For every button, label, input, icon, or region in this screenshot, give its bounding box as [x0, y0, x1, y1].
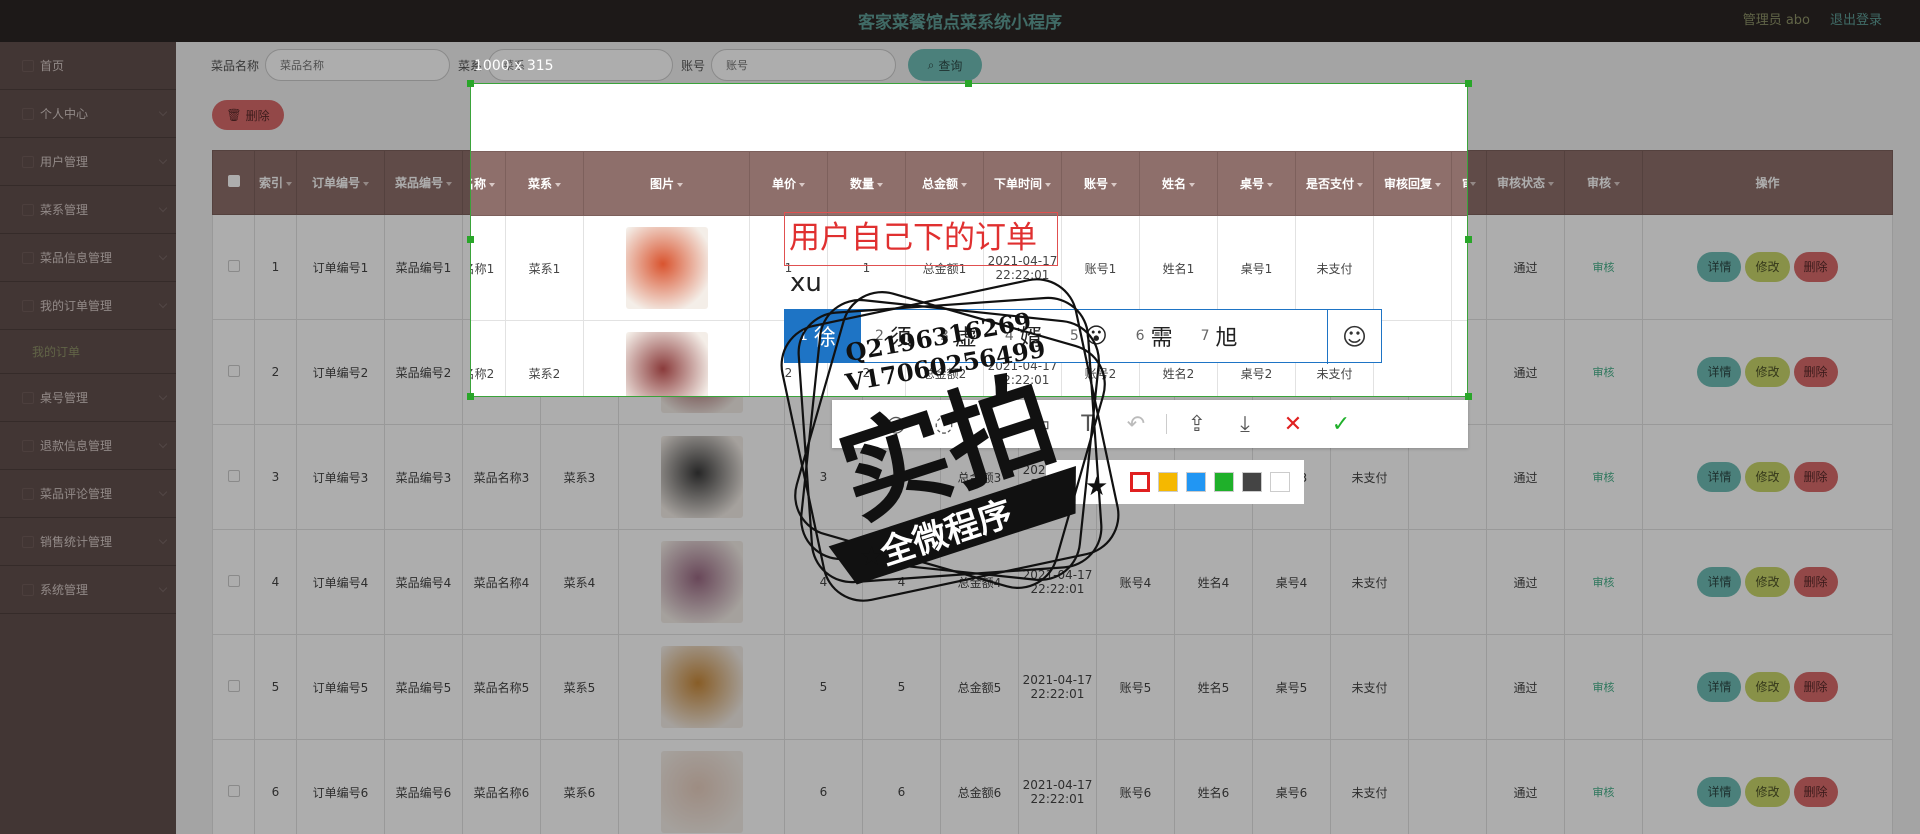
- sort-icon[interactable]: [1357, 182, 1363, 187]
- table-cell-status: 通过: [1451, 320, 1467, 396]
- resize-handle-ml[interactable]: [467, 236, 474, 243]
- column-header[interactable]: 下单时间: [983, 151, 1062, 216]
- sort-icon[interactable]: [1045, 182, 1051, 187]
- column-header-label: 总金额: [921, 177, 958, 191]
- resize-handle-br[interactable]: [1465, 393, 1472, 400]
- column-header[interactable]: 桌号: [1217, 151, 1296, 216]
- column-header-label: 菜品名称: [471, 177, 486, 191]
- table-cell-cuisine: 菜系1: [505, 215, 584, 321]
- table-cell-cuisine: 菜系2: [505, 320, 584, 396]
- capture-size-label: 1000 x 315: [474, 58, 554, 74]
- column-header[interactable]: 审核状态: [1451, 151, 1467, 216]
- color-swatch[interactable]: [1158, 472, 1178, 492]
- sort-icon[interactable]: [555, 182, 561, 187]
- column-header-label: 数量: [849, 177, 874, 191]
- column-header-label: 审核状态: [1462, 177, 1467, 191]
- sort-icon[interactable]: [489, 182, 495, 187]
- sort-icon[interactable]: [677, 182, 683, 187]
- toolbar-divider: [1166, 414, 1167, 434]
- ime-candidate[interactable]: 7旭: [1187, 309, 1252, 363]
- sort-icon[interactable]: [799, 182, 805, 187]
- sort-icon[interactable]: [1189, 182, 1195, 187]
- color-swatch[interactable]: [1186, 472, 1206, 492]
- sort-icon[interactable]: [1111, 182, 1117, 187]
- sort-icon[interactable]: [961, 182, 967, 187]
- star-icon: ★: [1085, 472, 1108, 502]
- color-swatch[interactable]: [1214, 472, 1234, 492]
- column-header-label: 账号: [1083, 177, 1108, 191]
- column-header[interactable]: 图片: [583, 151, 750, 216]
- table-cell-reply: [1373, 215, 1452, 321]
- ime-candidate-number: 7: [1200, 328, 1210, 344]
- sort-icon[interactable]: [1435, 182, 1441, 187]
- table-cell-paid: 未支付: [1295, 215, 1374, 321]
- table-cell-dish: 菜品名称1: [471, 215, 506, 321]
- share-icon[interactable]: ⇪: [1173, 400, 1221, 448]
- column-header-label: 下单时间: [993, 177, 1042, 191]
- column-header[interactable]: 数量: [827, 151, 906, 216]
- column-header[interactable]: 菜品名称: [471, 151, 506, 216]
- ime-candidate-char: 旭: [1215, 326, 1238, 351]
- table-cell-dish: 菜品名称2: [471, 320, 506, 396]
- sort-icon[interactable]: [877, 182, 883, 187]
- resize-handle-bl[interactable]: [467, 393, 474, 400]
- column-header-label: 桌号: [1239, 177, 1264, 191]
- table-cell-status: 通过: [1451, 215, 1467, 321]
- dish-image-cell: [583, 320, 750, 396]
- column-header-label: 菜系: [527, 177, 552, 191]
- dish-image-cell: [583, 215, 750, 321]
- color-swatch[interactable]: [1270, 472, 1290, 492]
- resize-handle-tm[interactable]: [965, 80, 972, 87]
- column-header-label: 图片: [649, 177, 674, 191]
- table-cell-table: 桌号1: [1217, 215, 1296, 321]
- download-icon[interactable]: ⤓: [1221, 400, 1269, 448]
- dish-image: [625, 332, 708, 396]
- watermark-stamp: Q2196316269 V17060256499 实拍 全微程序 ★ ★: [780, 278, 1120, 602]
- color-swatch[interactable]: [1242, 472, 1262, 492]
- emoji-icon[interactable]: ☺: [1327, 310, 1381, 364]
- column-header-label: 审核回复: [1383, 177, 1432, 191]
- column-header[interactable]: 是否支付: [1295, 151, 1374, 216]
- table-cell-reply: [1373, 320, 1452, 396]
- resize-handle-tl[interactable]: [467, 80, 474, 87]
- column-header[interactable]: 单价: [749, 151, 828, 216]
- resize-handle-tr[interactable]: [1465, 80, 1472, 87]
- column-header[interactable]: 菜系: [505, 151, 584, 216]
- sort-icon[interactable]: [1267, 182, 1273, 187]
- column-header[interactable]: 审核回复: [1373, 151, 1452, 216]
- resize-handle-mr[interactable]: [1465, 236, 1472, 243]
- column-header-label: 姓名: [1161, 177, 1186, 191]
- confirm-icon[interactable]: ✓: [1317, 400, 1365, 448]
- cancel-icon[interactable]: ✕: [1269, 400, 1317, 448]
- column-header[interactable]: 总金额: [905, 151, 984, 216]
- column-header-label: 是否支付: [1305, 177, 1354, 191]
- star-icon: ★: [860, 542, 883, 572]
- column-header[interactable]: 账号: [1061, 151, 1140, 216]
- dish-image: [625, 227, 708, 309]
- table-header-row: 索引订单编号菜品编号菜品名称菜系图片单价数量总金额下单时间账号姓名桌号是否支付审…: [471, 151, 1467, 216]
- column-header[interactable]: 姓名: [1139, 151, 1218, 216]
- column-header-label: 单价: [771, 177, 796, 191]
